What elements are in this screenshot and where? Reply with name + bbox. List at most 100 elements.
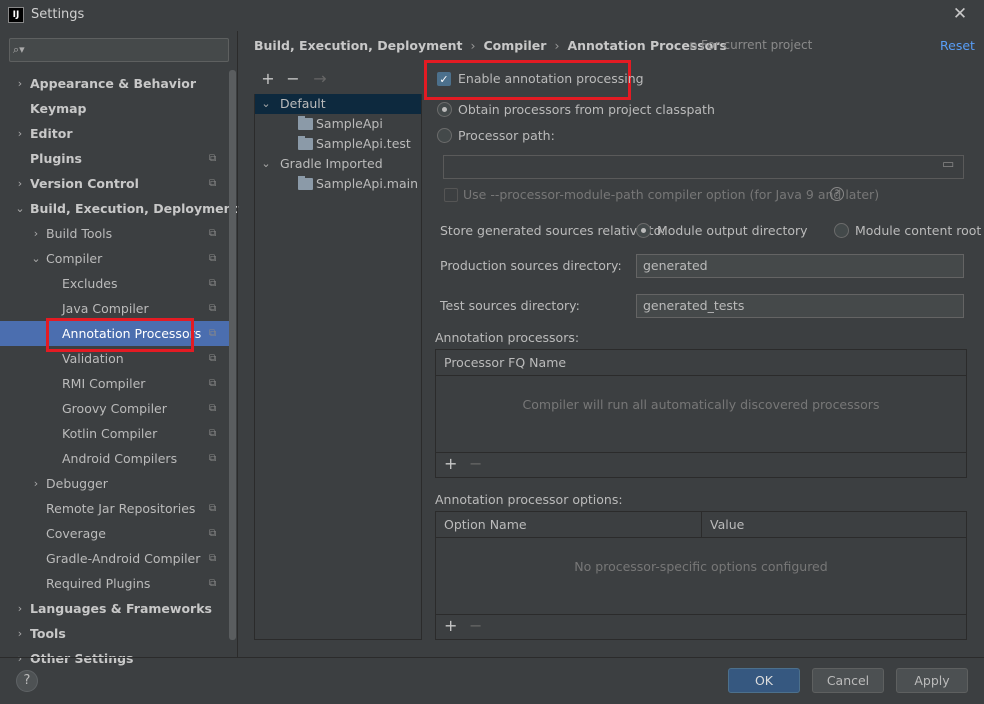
sidebar-item[interactable]: › Languages & Frameworks [0, 596, 236, 621]
value-header[interactable]: Value [701, 512, 966, 538]
sidebar-item[interactable]: Android Compilers ⧉ [0, 446, 236, 471]
sidebar-item[interactable]: Remote Jar Repositories ⧉ [0, 496, 236, 521]
sidebar-item[interactable]: Coverage ⧉ [0, 521, 236, 546]
sidebar-item[interactable]: › Build Tools ⧉ [0, 221, 236, 246]
help-button[interactable]: ? [16, 670, 38, 692]
sidebar-item-label: Compiler [46, 251, 103, 266]
chevron-down-icon[interactable]: ⌄ [260, 154, 272, 174]
module-folder-icon [298, 136, 313, 150]
profile-group[interactable]: ⌄ Default [255, 94, 421, 114]
profile-group[interactable]: ⌄ Gradle Imported [255, 154, 421, 174]
sidebar-item[interactable]: Gradle-Android Compiler ⧉ [0, 546, 236, 571]
remove-processor-button[interactable]: − [469, 454, 482, 473]
move-to-profile-button[interactable]: → [310, 68, 330, 90]
module-output-directory-label[interactable]: Module output directory [657, 223, 808, 238]
chevron-right-icon[interactable]: › [30, 471, 42, 496]
processor-path-field[interactable] [443, 155, 964, 179]
processor-path-radio[interactable] [437, 128, 452, 143]
breadcrumb-build-execution-deployment[interactable]: Build, Execution, Deployment [254, 38, 462, 53]
chevron-right-icon[interactable]: › [14, 646, 26, 671]
module-content-root-radio[interactable] [834, 223, 849, 238]
chevron-right-icon[interactable]: › [14, 621, 26, 646]
breadcrumb-separator: › [470, 38, 476, 53]
sidebar-item[interactable]: › Other Settings [0, 646, 236, 671]
sidebar-item[interactable]: Required Plugins ⧉ [0, 571, 236, 596]
remove-profile-button[interactable]: − [283, 68, 303, 90]
add-profile-button[interactable]: + [258, 68, 278, 90]
options-empty-message: No processor-specific options configured [574, 559, 828, 574]
sidebar-item[interactable]: RMI Compiler ⧉ [0, 371, 236, 396]
breadcrumb-compiler[interactable]: Compiler [483, 38, 546, 53]
title-bar [0, 0, 984, 31]
sidebar-item[interactable]: › Tools [0, 621, 236, 646]
add-processor-button[interactable]: + [444, 454, 457, 473]
ok-button[interactable]: OK [728, 668, 800, 693]
chevron-right-icon[interactable]: › [30, 221, 42, 246]
module-folder-icon [298, 116, 313, 130]
sidebar-item[interactable]: Keymap [0, 96, 236, 121]
add-option-button[interactable]: + [444, 616, 457, 635]
module-content-root-label[interactable]: Module content root [855, 223, 981, 238]
sidebar-item[interactable]: ⌄ Build, Execution, Deployment [0, 196, 239, 221]
chevron-down-icon[interactable]: ⌄ [30, 246, 42, 271]
sidebar-item[interactable]: Excludes ⧉ [0, 271, 236, 296]
option-name-header[interactable]: Option Name [436, 512, 701, 538]
profile-module[interactable]: SampleApi.main [255, 174, 421, 194]
profile-label: Default [280, 96, 326, 111]
project-scope-icon: ⧉ [209, 453, 217, 464]
project-scope-icon: ⧉ [690, 41, 698, 52]
processor-module-path-checkbox[interactable] [444, 188, 458, 202]
processor-module-path-label[interactable]: Use --processor-module-path compiler opt… [463, 187, 879, 202]
close-icon[interactable]: ✕ [950, 4, 970, 24]
apply-button[interactable]: Apply [896, 668, 968, 693]
sidebar-item[interactable]: › Version Control ⧉ [0, 171, 236, 196]
sidebar-item[interactable]: › Appearance & Behavior [0, 71, 236, 96]
sidebar-item[interactable]: Groovy Compiler ⧉ [0, 396, 236, 421]
production-sources-field[interactable]: generated [636, 254, 964, 278]
profile-module[interactable]: SampleApi [255, 114, 421, 134]
chevron-down-icon[interactable]: ⌄ [260, 94, 272, 114]
chevron-right-icon[interactable]: › [14, 121, 26, 146]
sidebar-item-label: Editor [30, 126, 73, 141]
panel-divider[interactable] [237, 31, 238, 657]
chevron-right-icon[interactable]: › [14, 171, 26, 196]
reset-link[interactable]: Reset [940, 38, 975, 53]
sidebar-item-label: Required Plugins [46, 576, 151, 591]
highlight-annotation-processors [46, 318, 194, 352]
sidebar-item[interactable]: Kotlin Compiler ⧉ [0, 421, 236, 446]
enable-annotation-processing-checkbox[interactable]: ✓ [437, 72, 451, 86]
intellij-app-icon: IJ [8, 7, 24, 23]
sidebar-item-label: Groovy Compiler [62, 401, 167, 416]
project-scope-icon: ⧉ [209, 353, 217, 364]
chevron-down-icon[interactable]: ⌄ [14, 196, 26, 221]
enable-annotation-processing-label[interactable]: Enable annotation processing [458, 71, 644, 86]
sidebar-item[interactable]: Plugins ⧉ [0, 146, 236, 171]
sidebar-item[interactable]: › Debugger [0, 471, 236, 496]
annotation-processor-options-table: Option Name Value No processor-specific … [435, 511, 967, 640]
test-sources-field[interactable]: generated_tests [636, 294, 964, 318]
processor-fq-name-header[interactable]: Processor FQ Name [436, 350, 966, 376]
sidebar-item-label: Appearance & Behavior [30, 76, 196, 91]
sidebar-item-label: Excludes [62, 276, 118, 291]
chevron-right-icon[interactable]: › [14, 596, 26, 621]
profile-module[interactable]: SampleApi.test [255, 134, 421, 154]
processors-empty-message: Compiler will run all automatically disc… [522, 397, 880, 412]
obtain-from-classpath-label[interactable]: Obtain processors from project classpath [458, 102, 715, 117]
processor-path-label[interactable]: Processor path: [458, 128, 555, 143]
obtain-from-classpath-radio[interactable] [437, 102, 452, 117]
help-icon[interactable]: ? [830, 187, 844, 201]
sidebar-item[interactable]: › Editor [0, 121, 236, 146]
cancel-button[interactable]: Cancel [812, 668, 884, 693]
settings-search-input[interactable] [9, 38, 229, 62]
module-output-directory-radio[interactable] [636, 223, 651, 238]
remove-option-button[interactable]: − [469, 616, 482, 635]
sidebar-scrollbar[interactable] [229, 70, 236, 640]
chevron-right-icon[interactable]: › [14, 71, 26, 96]
sidebar-item-label: Debugger [46, 476, 108, 491]
processors-table-toolbar: + − [436, 452, 966, 477]
browse-folder-icon[interactable]: ▭ [942, 157, 954, 172]
sidebar-item-label: Build, Execution, Deployment [30, 201, 239, 216]
sidebar-item-label: Build Tools [46, 226, 113, 241]
profile-label: Gradle Imported [280, 156, 383, 171]
sidebar-item[interactable]: ⌄ Compiler ⧉ [0, 246, 236, 271]
